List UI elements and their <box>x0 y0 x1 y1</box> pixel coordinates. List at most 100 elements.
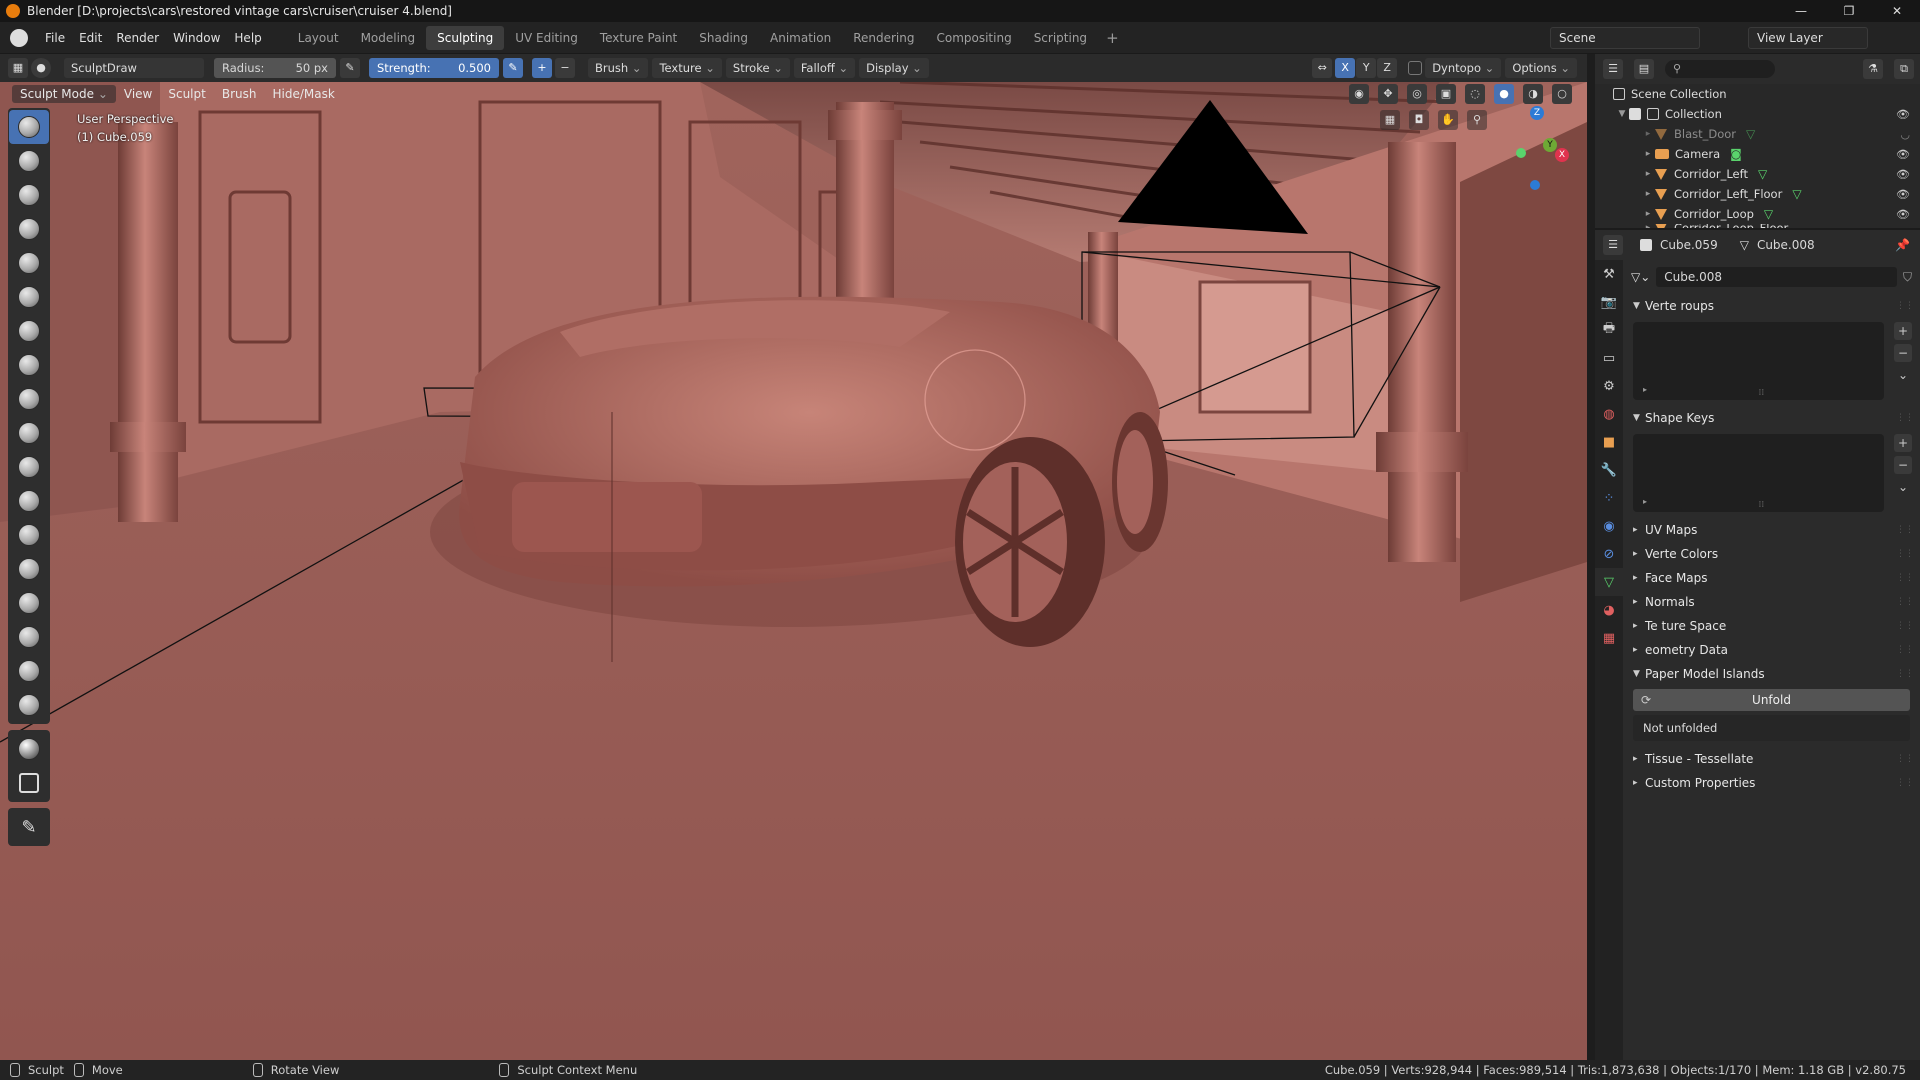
eye-icon[interactable]: 👁 <box>1896 108 1910 121</box>
tab-texture-paint[interactable]: Texture Paint <box>589 26 688 50</box>
expand-icon[interactable]: ▸ <box>1641 169 1655 179</box>
axis-z-toggle[interactable]: Z <box>1377 58 1398 78</box>
simplify-tool[interactable] <box>9 688 49 722</box>
strength-pressure-icon[interactable]: ✎ <box>503 58 523 78</box>
view-menu[interactable]: View <box>116 87 160 101</box>
view-layer-selector[interactable]: View Layer <box>1748 27 1868 49</box>
panel-tissue[interactable]: ▸ Tissue - Tessellate ⋮⋮ <box>1623 747 1920 771</box>
solid-shading-icon[interactable]: ● <box>1494 84 1514 104</box>
view-layer-tab-icon[interactable]: ▭ <box>1595 344 1623 372</box>
zoom-icon[interactable]: ⚲ <box>1467 110 1487 130</box>
dyntopo-menu[interactable]: Dyntopo <box>1425 58 1502 78</box>
sculpt-menu[interactable]: Sculpt <box>160 87 213 101</box>
navigation-gizmo[interactable]: ▦ ◘ ✋ ⚲ Z Y X <box>1380 106 1580 200</box>
layer-tool[interactable] <box>9 212 49 246</box>
outliner-row-corridor-left-floor[interactable]: ▸ Corridor_Left_Floor ▽ 👁 <box>1595 184 1920 204</box>
scrape-tool[interactable] <box>9 450 49 484</box>
radius-pressure-icon[interactable]: ✎ <box>340 58 360 78</box>
list-resize-grip-icon[interactable]: ⁞⁞ <box>1759 500 1765 510</box>
minimize-button[interactable]: — <box>1778 0 1824 22</box>
fake-user-icon[interactable]: ⛉ <box>1903 270 1912 285</box>
blender-menu-icon[interactable] <box>10 28 28 47</box>
render-tab-icon[interactable]: 📷 <box>1595 288 1623 316</box>
remove-shape-key-button[interactable]: − <box>1894 456 1912 474</box>
stroke-menu[interactable]: Stroke <box>725 58 790 78</box>
tab-layout[interactable]: Layout <box>287 26 350 50</box>
tab-uv-editing[interactable]: UV Editing <box>504 26 589 50</box>
panel-geometry-data[interactable]: ▸ eometry Data ⋮⋮ <box>1623 638 1920 662</box>
strength-field[interactable]: Strength: 0.500 <box>369 58 499 78</box>
axis-y-toggle[interactable]: Y <box>1356 58 1377 78</box>
tab-rendering[interactable]: Rendering <box>842 26 925 50</box>
output-tab-icon[interactable]: 🖶 <box>1595 316 1623 344</box>
brush-menu[interactable]: Brush <box>588 58 649 78</box>
pinch-tool[interactable] <box>9 484 49 518</box>
drag-grip-icon[interactable]: ⋮⋮ <box>1896 301 1914 311</box>
list-expand-icon[interactable]: ▸ <box>1643 497 1647 506</box>
clay-tool[interactable] <box>9 144 49 178</box>
scene-selector[interactable]: Scene <box>1550 27 1700 49</box>
panel-normals[interactable]: ▸ Normals ⋮⋮ <box>1623 590 1920 614</box>
grid-icon[interactable]: ▦ <box>1380 110 1400 130</box>
menu-file[interactable]: File <box>38 22 72 54</box>
rendered-shading-icon[interactable]: ○ <box>1552 84 1572 104</box>
tool-tab-icon[interactable]: ⚒ <box>1595 260 1623 288</box>
brush-name-field[interactable]: SculptDraw <box>64 58 204 78</box>
world-tab-icon[interactable]: ◍ <box>1595 400 1623 428</box>
outliner-row-corridor-left[interactable]: ▸ Corridor_Left ▽ 👁 <box>1595 164 1920 184</box>
expand-icon[interactable]: ▸ <box>1641 149 1655 159</box>
drag-grip-icon[interactable]: ⋮⋮ <box>1896 621 1914 631</box>
gizmo-x-axis[interactable]: X <box>1555 148 1569 162</box>
snake-hook-tool[interactable] <box>9 552 49 586</box>
tab-compositing[interactable]: Compositing <box>925 26 1022 50</box>
particles-tab-icon[interactable]: ⁘ <box>1595 484 1623 512</box>
texture-menu[interactable]: Texture <box>652 58 722 78</box>
display-menu[interactable]: Display <box>859 58 929 78</box>
crease-tool[interactable] <box>9 314 49 348</box>
object-tab-icon[interactable]: ■ <box>1595 428 1623 456</box>
mesh-datablock-icon[interactable]: ▽⌄ <box>1631 270 1650 284</box>
tab-modeling[interactable]: Modeling <box>350 26 427 50</box>
eye-icon[interactable]: 👁 <box>1896 168 1910 181</box>
menu-render[interactable]: Render <box>109 22 166 54</box>
expand-icon[interactable]: ▸ <box>1641 209 1655 219</box>
panel-shape-keys[interactable]: ▼ Shape Keys ⋮⋮ <box>1623 406 1920 430</box>
visibility-icon[interactable]: ◉ <box>1349 84 1369 104</box>
grab-tool[interactable] <box>9 518 49 552</box>
pan-hand-icon[interactable]: ✋ <box>1438 110 1458 130</box>
panel-vertex-groups[interactable]: ▼ Verte roups ⋮⋮ <box>1623 294 1920 318</box>
hide-mask-menu[interactable]: Hide/Mask <box>264 87 342 101</box>
mask-tool[interactable] <box>9 732 49 766</box>
remove-vertex-group-button[interactable]: − <box>1894 344 1912 362</box>
physics-tab-icon[interactable]: ◉ <box>1595 512 1623 540</box>
falloff-menu[interactable]: Falloff <box>793 58 856 78</box>
pin-icon[interactable]: 📌 <box>1895 238 1910 252</box>
inflate-tool[interactable] <box>9 246 49 280</box>
subtract-direction-button[interactable]: − <box>555 58 575 78</box>
thumb-tool[interactable] <box>9 586 49 620</box>
mesh-name-field[interactable]: Cube.008 <box>1656 267 1897 287</box>
list-resize-grip-icon[interactable]: ⁞⁞ <box>1759 388 1765 398</box>
unfold-button[interactable]: ⟳ Unfold <box>1633 689 1910 711</box>
radius-field[interactable]: Radius: 50 px <box>214 58 336 78</box>
add-direction-button[interactable]: + <box>532 58 552 78</box>
menu-edit[interactable]: Edit <box>72 22 109 54</box>
axis-x-toggle[interactable]: X <box>1335 58 1356 78</box>
draw-tool[interactable] <box>9 110 49 144</box>
add-vertex-group-button[interactable]: + <box>1894 322 1912 340</box>
properties-editor-type-icon[interactable]: ☰ <box>1603 235 1623 255</box>
box-mask-tool[interactable] <box>9 766 49 800</box>
expand-icon[interactable]: ▸ <box>1641 189 1655 199</box>
drag-grip-icon[interactable]: ⋮⋮ <box>1896 645 1914 655</box>
dyntopo-checkbox[interactable] <box>1408 61 1423 75</box>
drag-grip-icon[interactable]: ⋮⋮ <box>1896 669 1914 679</box>
material-shading-icon[interactable]: ◑ <box>1523 84 1543 104</box>
expand-icon[interactable]: ▸ <box>1641 129 1655 139</box>
tab-shading[interactable]: Shading <box>688 26 759 50</box>
annotate-tool[interactable]: ✎ <box>9 810 49 844</box>
blob-tool[interactable] <box>9 280 49 314</box>
drag-grip-icon[interactable]: ⋮⋮ <box>1896 525 1914 535</box>
vertex-group-specials-icon[interactable]: ⌄ <box>1894 366 1912 384</box>
expand-collection-icon[interactable]: ▼ <box>1615 109 1629 119</box>
xray-toggle-icon[interactable]: ▣ <box>1436 84 1456 104</box>
